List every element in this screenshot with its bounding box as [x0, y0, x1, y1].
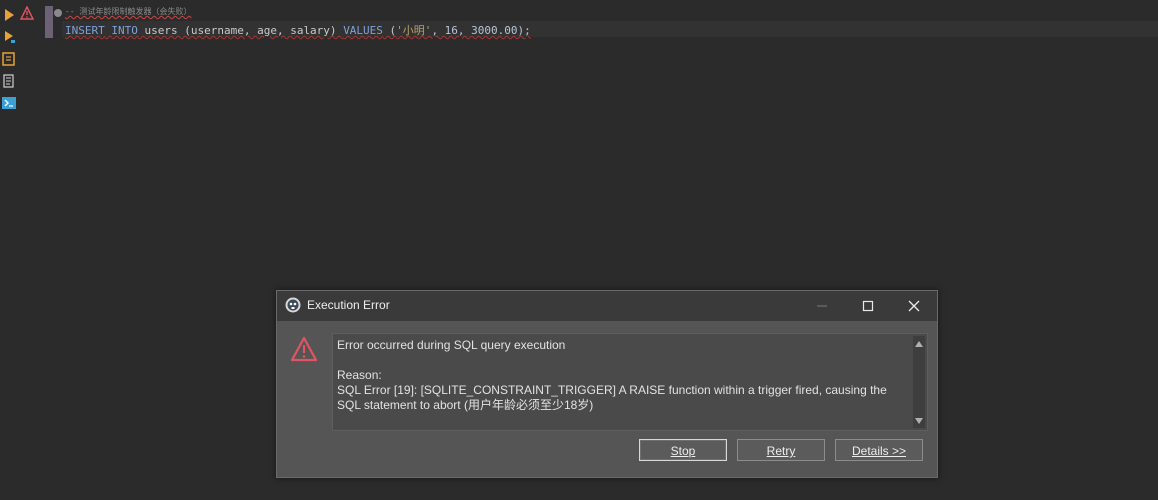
scroll-up-icon[interactable]: [915, 341, 923, 347]
execute-statement-icon[interactable]: [2, 8, 16, 22]
fold-toggle-icon[interactable]: [54, 9, 62, 17]
explain-plan-icon[interactable]: [2, 52, 16, 66]
error-warning-icon: [290, 336, 318, 362]
error-message-text: Error occurred during SQL query executio…: [337, 338, 897, 413]
minimize-icon[interactable]: [807, 294, 837, 318]
sql-script-icon[interactable]: [2, 74, 16, 88]
numeric-values: , 16, 3000.00);: [431, 24, 531, 37]
reason-text: SQL Error [19]: [SQLITE_CONSTRAINT_TRIGG…: [337, 383, 887, 412]
sql-editor[interactable]: -- 测试年龄限制触发器（会失败） INSERT INTO users (use…: [44, 4, 1158, 40]
keyword-insert: INSERT: [65, 24, 105, 37]
current-statement-marker: [45, 6, 53, 38]
execution-error-dialog: Execution Error Error occurred during SQ…: [276, 290, 938, 478]
sql-comment-line: -- 测试年龄限制触发器（会失败）: [65, 7, 192, 16]
retry-button[interactable]: Retry: [737, 439, 825, 461]
keyword-into: INTO: [111, 24, 138, 37]
sql-editor-window: -- 测试年龄限制触发器（会失败） INSERT INTO users (use…: [0, 0, 1158, 500]
error-summary: Error occurred during SQL query executio…: [337, 338, 566, 352]
string-literal: '小明': [396, 24, 432, 37]
stop-button[interactable]: Stop: [639, 439, 727, 461]
terminal-icon[interactable]: [2, 96, 16, 110]
error-message-box[interactable]: Error occurred during SQL query executio…: [332, 333, 928, 431]
reason-label: Reason:: [337, 368, 382, 382]
scroll-down-icon[interactable]: [915, 418, 923, 424]
editor-toolbar: [0, 0, 18, 500]
table-columns: users (username, age, salary): [137, 24, 344, 37]
message-scrollbar[interactable]: [913, 336, 925, 428]
dbeaver-logo-icon: [285, 297, 301, 313]
sql-insert-line: INSERT INTO users (username, age, salary…: [65, 22, 531, 38]
error-marker-icon[interactable]: [20, 6, 34, 20]
execute-script-icon[interactable]: [2, 30, 16, 44]
close-icon[interactable]: [899, 294, 929, 318]
keyword-values: VALUES: [343, 24, 383, 37]
dialog-title: Execution Error: [307, 298, 390, 312]
details-button[interactable]: Details >>: [835, 439, 923, 461]
maximize-icon[interactable]: [853, 294, 883, 318]
dialog-titlebar[interactable]: Execution Error: [277, 291, 937, 321]
paren-open: (: [382, 24, 397, 37]
